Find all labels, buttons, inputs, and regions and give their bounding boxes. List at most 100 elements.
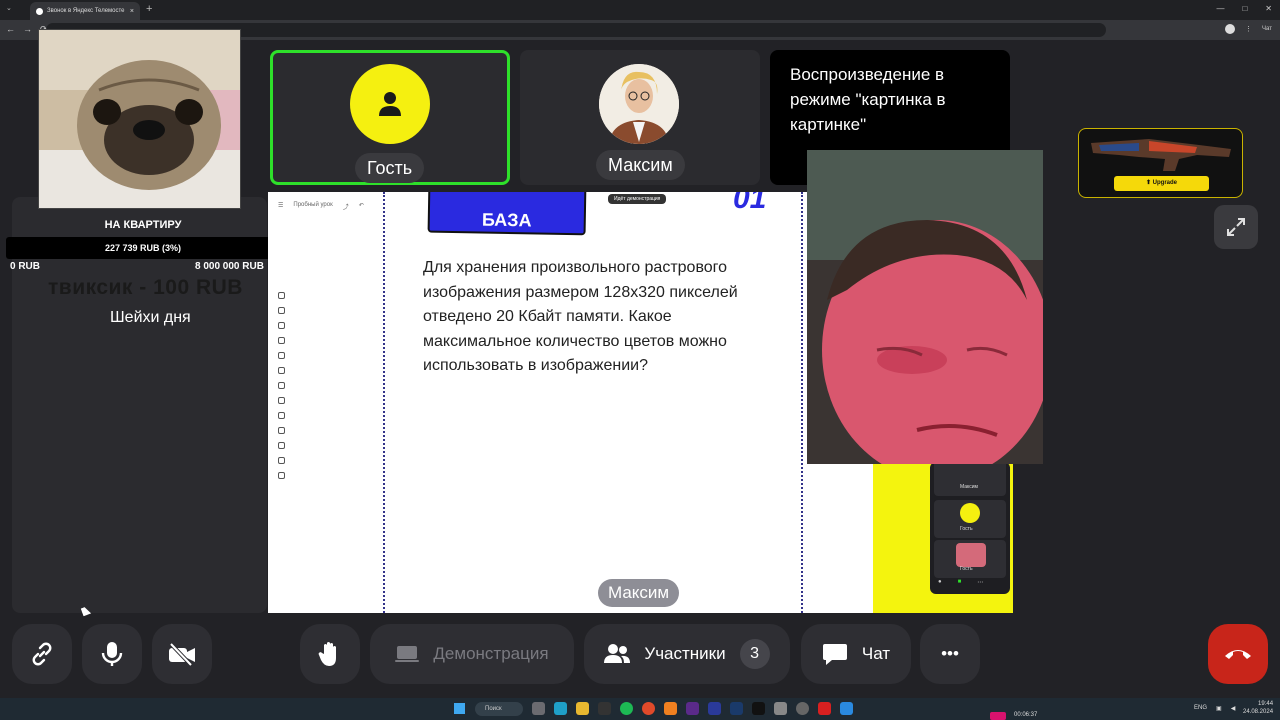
- edge-icon[interactable]: [554, 702, 567, 715]
- like-tool-icon[interactable]: [278, 442, 285, 449]
- tiktok-icon[interactable]: [752, 702, 765, 715]
- pen-tool-icon[interactable]: [278, 382, 285, 389]
- rifle-image: [1091, 139, 1231, 171]
- spotify-icon[interactable]: [620, 702, 633, 715]
- obs-icon[interactable]: [774, 702, 787, 715]
- browser-chat-button[interactable]: Чат: [1262, 26, 1272, 32]
- text-tool-icon[interactable]: [278, 352, 285, 359]
- extension-menu-icon[interactable]: ⋮: [1245, 25, 1252, 33]
- participants-count-badge: 3: [739, 639, 770, 669]
- frame-tool-icon[interactable]: [278, 322, 285, 329]
- microphone-button[interactable]: [82, 624, 142, 684]
- youtube-icon[interactable]: [818, 702, 831, 715]
- goal-progress-bar: 227 739 RUB (3%): [6, 237, 280, 259]
- whiteboard-undo-icon[interactable]: ↶: [359, 202, 364, 211]
- capture-icon[interactable]: [796, 702, 809, 715]
- chat-button[interactable]: Чат: [801, 624, 911, 684]
- screen-share-button[interactable]: Демонстрация: [370, 624, 574, 684]
- maksim-avatar: [599, 64, 679, 144]
- whiteboard-upload-icon[interactable]: ⤴: [343, 202, 349, 211]
- clock-time: 19:44: [1258, 701, 1274, 707]
- streamer-pug-image: [38, 29, 241, 209]
- browser-tab-bar: ⌄ Звонок в Яндекс Телемосте × + — □ ✕: [0, 0, 1280, 20]
- task-view-icon[interactable]: [532, 702, 545, 715]
- copy-link-button[interactable]: [12, 624, 72, 684]
- maximize-button[interactable]: □: [1242, 4, 1247, 13]
- system-tray: ENG ▣ ◀: [1194, 705, 1235, 712]
- mini-controls: ● ■ ⋯: [938, 579, 983, 586]
- slide-task-text: Для хранения произвольного растрового из…: [423, 259, 738, 374]
- camera-toggle-button[interactable]: [152, 624, 212, 684]
- donation-alert: твиксик - 100 RUB: [48, 276, 243, 299]
- profile-avatar[interactable]: [1225, 24, 1236, 34]
- clock-date: 24.08.2024: [1243, 709, 1274, 715]
- game-ad-banner[interactable]: ⬆ Upgrade: [1078, 128, 1243, 198]
- back-button[interactable]: ←: [6, 24, 15, 35]
- slide-border-right: [801, 192, 803, 613]
- audition-icon[interactable]: [730, 702, 743, 715]
- more-options-button[interactable]: •••: [920, 624, 980, 684]
- goal-min-label: 0 RUB: [10, 261, 41, 272]
- shape-tool-icon[interactable]: [278, 367, 285, 374]
- shared-participants-panel: Максим Гость Гость ● ■ ⋯: [930, 458, 1010, 594]
- mini-more-icon: ⋯: [977, 580, 984, 586]
- pip-status-text: Воспроизведение в режиме "картинка в кар…: [790, 65, 946, 134]
- comment-tool-icon[interactable]: [278, 412, 285, 419]
- settings-icon[interactable]: [664, 702, 677, 715]
- select-tool-icon[interactable]: [278, 292, 285, 299]
- expand-fullscreen-button[interactable]: [1214, 205, 1258, 249]
- terminal-icon[interactable]: [598, 702, 611, 715]
- upgrade-button[interactable]: ⬆ Upgrade: [1114, 176, 1209, 191]
- ai-tool-icon[interactable]: [278, 457, 285, 464]
- twitch-icon[interactable]: [686, 702, 699, 715]
- close-window-button[interactable]: ✕: [1265, 4, 1272, 13]
- participants-label: Участники: [644, 644, 726, 663]
- mini-name-guest-cam: Гость: [960, 566, 973, 572]
- chrome-icon[interactable]: [642, 702, 655, 715]
- mini-tile-guest-cam: Гость: [934, 540, 1006, 578]
- add-tool-icon[interactable]: [278, 472, 285, 479]
- raise-hand-button[interactable]: [300, 624, 360, 684]
- minimize-button[interactable]: —: [1216, 4, 1224, 13]
- hang-up-icon: [1225, 650, 1251, 659]
- sticky-tool-icon[interactable]: [278, 337, 285, 344]
- screen-share-label: Демонстрация: [433, 644, 549, 663]
- browser-tab[interactable]: Звонок в Яндекс Телемосте ×: [30, 2, 140, 20]
- leave-call-button[interactable]: [1208, 624, 1268, 684]
- slide-badge: БАЗА: [427, 192, 587, 236]
- participant-tile-guest[interactable]: Гость: [270, 50, 510, 185]
- mini-name-maksim: Максим: [960, 484, 978, 490]
- volume-icon[interactable]: ◀: [1231, 705, 1236, 712]
- tab-close-icon[interactable]: ×: [130, 8, 134, 15]
- explorer-icon[interactable]: [576, 702, 589, 715]
- system-clock[interactable]: 19:44 24.08.2024: [1243, 700, 1273, 716]
- browser-extensions: ⋮ Чат: [1225, 24, 1272, 34]
- mini-name-guest: Гость: [960, 526, 973, 532]
- hand-tool-icon[interactable]: [278, 307, 285, 314]
- floating-camera-video[interactable]: [807, 150, 1043, 464]
- screen: ⌄ Звонок в Яндекс Телемосте × + — □ ✕ ← …: [0, 0, 1280, 720]
- aftereffects-icon[interactable]: [708, 702, 721, 715]
- mini-mic-icon: ●: [938, 579, 942, 585]
- participants-button[interactable]: Участники 3: [584, 624, 790, 684]
- expand-icon: [1227, 218, 1245, 236]
- upgrade-label: Upgrade: [1152, 180, 1178, 186]
- telegram-icon[interactable]: [840, 702, 853, 715]
- chat-label: Чат: [861, 644, 891, 663]
- mini-guest-video: [956, 543, 986, 567]
- language-indicator[interactable]: ENG: [1194, 705, 1207, 712]
- tab-search-button[interactable]: ⌄: [6, 4, 12, 12]
- slide-border-left: [383, 192, 385, 613]
- new-tab-button[interactable]: +: [146, 3, 152, 15]
- forward-button[interactable]: →: [23, 24, 32, 35]
- eraser-tool-icon[interactable]: [278, 397, 285, 404]
- guest-name-pill: Гость: [355, 153, 425, 183]
- whiteboard-menu-icon[interactable]: ☰: [278, 202, 283, 211]
- palette-tool-icon[interactable]: [278, 427, 285, 434]
- network-icon[interactable]: ▣: [1216, 705, 1222, 712]
- participant-tile-maksim[interactable]: Максим: [520, 50, 760, 185]
- user-icon: [379, 92, 401, 116]
- taskbar-search[interactable]: Поиск: [475, 702, 523, 716]
- camera-off-icon: [169, 642, 195, 667]
- start-button[interactable]: [454, 703, 465, 714]
